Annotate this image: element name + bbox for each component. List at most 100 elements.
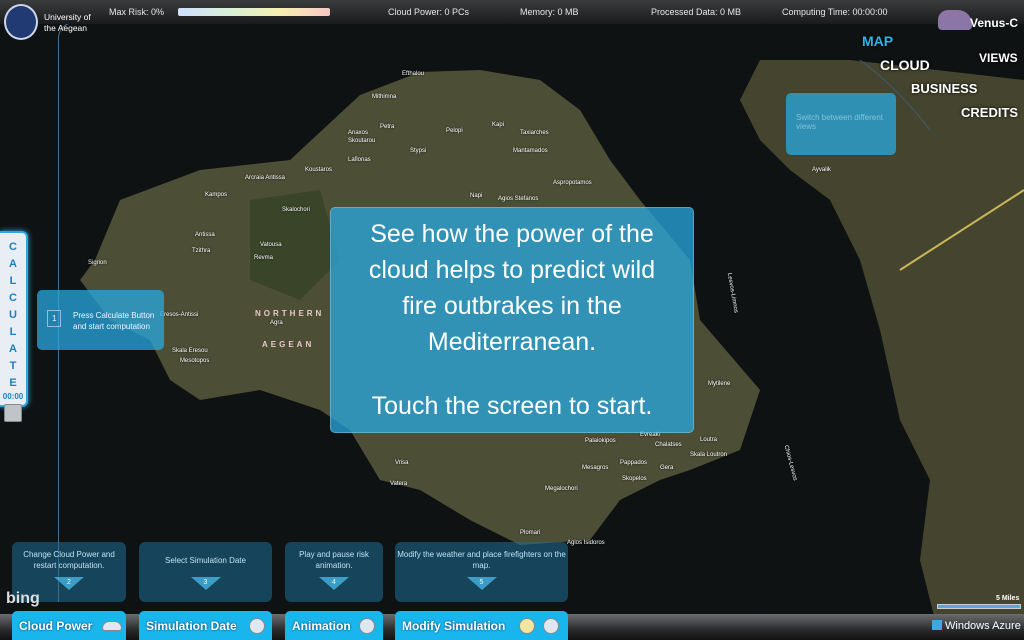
nav-cloud[interactable]: CLOUD: [880, 57, 930, 73]
university-name: University of the Aegean: [44, 12, 91, 33]
cloud-logo-icon: [938, 10, 972, 30]
calc-letter: E: [9, 377, 17, 389]
button-label: Cloud Power: [19, 619, 93, 633]
map-label: Mytilene: [708, 381, 731, 387]
cloud-icon: [102, 621, 122, 631]
map-label: Palaiokipos: [585, 438, 616, 444]
map-label: Efthalou: [402, 71, 425, 77]
map-label: Kampos: [205, 192, 228, 198]
calc-letter: C: [9, 241, 17, 253]
map-label: Skala Eresou: [172, 348, 208, 354]
memory-status: Memory: 0 MB: [520, 7, 579, 17]
animation-button[interactable]: Animation: [285, 611, 383, 640]
map-label: Sigrion: [88, 260, 107, 266]
modify-simulation-button[interactable]: Modify Simulation: [395, 611, 568, 640]
cloud-power-button[interactable]: Cloud Power: [12, 611, 126, 640]
processed-data-status: Processed Data: 0 MB: [651, 7, 742, 17]
map-label: Chalatses: [655, 442, 682, 448]
map-label: Loutra: [700, 437, 718, 443]
map-label: Mithimna: [372, 94, 397, 100]
status-bar: Max Risk: 0% Cloud Power: 0 PCs Memory: …: [0, 0, 1024, 24]
hint-number: 4: [332, 579, 336, 586]
map-label: Agios Isidoros: [567, 540, 605, 546]
map-label: Anaxos: [348, 130, 369, 136]
map-label: Vrisa: [395, 460, 409, 466]
calculate-tip: 1 Press Calculate Button and start compu…: [37, 290, 164, 350]
map-label: Mesotopos: [180, 358, 210, 364]
intro-text: See how the power of the cloud helps to …: [368, 220, 656, 356]
map-label: Skoutarou: [348, 138, 376, 144]
map-label: Aspropotamos: [553, 180, 592, 186]
nav-map[interactable]: MAP: [862, 33, 893, 49]
views-tip: Switch between different views: [786, 93, 896, 155]
rain-cloud-icon: [543, 618, 559, 634]
map-label: Vatousa: [260, 242, 282, 248]
button-label: Modify Simulation: [402, 619, 506, 633]
map-label: Tzithra: [192, 248, 211, 254]
calc-letter: L: [9, 326, 17, 338]
hint-simulation-date: Select Simulation Date 3: [139, 542, 272, 602]
nav-credits[interactable]: CREDITS: [961, 105, 1018, 120]
map-label: Stypsi: [410, 148, 427, 154]
start-overlay[interactable]: See how the power of the cloud helps to …: [330, 207, 694, 433]
map-label: Taxiarches: [520, 130, 549, 136]
hint-number: 5: [479, 579, 484, 586]
scale-label: 5 Miles: [996, 595, 1020, 602]
bing-logo: bing: [6, 590, 40, 607]
button-label: Animation: [292, 619, 351, 633]
hint-text: Change Cloud Power and restart computati…: [23, 550, 115, 570]
university-logo: [4, 4, 38, 40]
azure-brand-text: Windows Azure: [945, 620, 1021, 632]
map-label: Koustaros: [305, 167, 333, 173]
map-label: Pappados: [620, 460, 648, 466]
hint-arrow-icon: 3: [190, 577, 221, 590]
map-label: Mantamados: [513, 148, 548, 154]
hint-text: Modify the weather and place firefighter…: [397, 550, 566, 570]
calculator-icon: [4, 404, 22, 422]
venus-c-logo: Venus-C: [936, 8, 1018, 34]
calculate-button[interactable]: C A L C U L A T E 00:00: [0, 231, 28, 422]
hint-text: Play and pause risk animation.: [299, 550, 369, 570]
calc-letter: T: [9, 360, 17, 372]
hint-text: Select Simulation Date: [165, 556, 246, 565]
calc-letter: A: [9, 343, 17, 355]
computing-time-status: Computing Time: 00:00:00: [782, 7, 888, 17]
map-label: Mesagros: [582, 465, 609, 471]
play-icon: [359, 618, 375, 634]
map-label: Pelopi: [446, 128, 463, 134]
map-label: Ayvalik: [812, 167, 831, 173]
map-label: Kapi: [492, 122, 505, 128]
risk-gradient-bar: [178, 8, 330, 16]
map-label: Lafionas: [348, 157, 371, 163]
windows-azure-logo: Windows Azure: [932, 620, 1021, 632]
calc-timer: 00:00: [2, 392, 24, 401]
hint-arrow-icon: 2: [54, 577, 84, 590]
calc-letter: U: [9, 309, 17, 321]
simulation-date-button[interactable]: Simulation Date: [139, 611, 272, 640]
map-label: Agios Stefanos: [498, 196, 539, 202]
map-label: Plomari: [520, 530, 541, 536]
max-risk: Max Risk: 0%: [109, 7, 165, 17]
map-label: Arcraia Antissa: [245, 175, 286, 181]
hint-number: 2: [67, 579, 71, 586]
hint-arrow-icon: 4: [319, 577, 349, 590]
map-region-label: AEGEAN: [262, 340, 315, 349]
hint-modify-simulation: Modify the weather and place firefighter…: [395, 542, 568, 602]
hint-number: 3: [203, 579, 208, 586]
nav-views[interactable]: VIEWS: [979, 51, 1018, 65]
map-label: Skopelos: [622, 476, 647, 482]
calc-letter: A: [9, 258, 17, 270]
cloud-power-status: Cloud Power: 0 PCs: [388, 7, 470, 17]
sun-icon: [519, 618, 535, 634]
windows-flag-icon: [932, 620, 942, 630]
map-label: Napi: [470, 193, 483, 199]
nav-business[interactable]: BUSINESS: [911, 81, 977, 96]
map-label: Skala Loutron: [690, 452, 728, 458]
calc-letter: L: [9, 275, 17, 287]
map-label: Megalochori: [545, 486, 578, 492]
hint-arrow-icon: 5: [466, 577, 497, 590]
map-label: Skalochori: [282, 207, 311, 213]
calculate-tip-text: Press Calculate Button and start computa…: [73, 311, 155, 331]
map-label: Antissa: [195, 232, 215, 238]
button-label: Simulation Date: [146, 619, 237, 633]
